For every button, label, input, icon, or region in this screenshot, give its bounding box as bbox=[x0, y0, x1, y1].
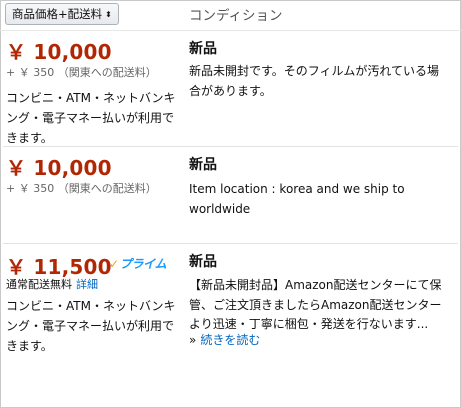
header-divider bbox=[0, 30, 461, 31]
prime-badge: ✓プライム bbox=[109, 255, 167, 272]
sort-dropdown-label: 商品価格+配送料 bbox=[12, 7, 103, 21]
read-more: » 続きを読む bbox=[189, 331, 260, 348]
offer-price: ￥ 10,000 bbox=[6, 40, 112, 64]
condition-description: 新品未開封です。そのフィルムが汚れている場合があります。 bbox=[189, 64, 439, 98]
offer-shipping-fee: + ￥ 350 （関東への配送料） bbox=[6, 66, 157, 79]
payment-methods: コンビニ・ATM・ネットバンキング・電子マネー払いが利用できます。 bbox=[6, 91, 176, 145]
offer-list-header: 商品価格+配送料 ⬍ コンディション bbox=[0, 0, 461, 30]
condition-description: 【新品未開封品】Amazon配送センターにて保管、ご注文頂きましたらAmazon… bbox=[189, 278, 442, 331]
offer-price: ￥ 10,000 bbox=[6, 156, 112, 180]
payment-methods: コンビニ・ATM・ネットバンキング・電子マネー払いが利用できます。 bbox=[6, 299, 176, 353]
row-divider bbox=[3, 146, 458, 147]
read-more-link[interactable]: 続きを読む bbox=[200, 333, 260, 347]
free-shipping-label: 通常配送無料 bbox=[6, 278, 72, 291]
read-more-arrow: » bbox=[189, 333, 197, 347]
prime-badge-label: プライム bbox=[119, 257, 167, 271]
sort-dropdown[interactable]: 商品価格+配送料 ⬍ bbox=[5, 3, 119, 25]
offer-condition: 新品 bbox=[189, 254, 217, 270]
condition-description: Item location : korea and we ship to wor… bbox=[189, 182, 405, 216]
offer-condition: 新品 bbox=[189, 157, 217, 173]
row-divider bbox=[3, 243, 458, 244]
sort-caret-icon: ⬍ bbox=[105, 10, 112, 19]
condition-column-header: コンディション bbox=[189, 8, 283, 24]
shipping-details-link[interactable]: 詳細 bbox=[76, 278, 98, 291]
free-shipping-info: 通常配送無料 詳細 bbox=[6, 276, 98, 292]
prime-check-icon: ✓ bbox=[109, 257, 119, 271]
offer-shipping-fee: + ￥ 350 （関東への配送料） bbox=[6, 182, 157, 195]
offer-condition: 新品 bbox=[189, 41, 217, 57]
